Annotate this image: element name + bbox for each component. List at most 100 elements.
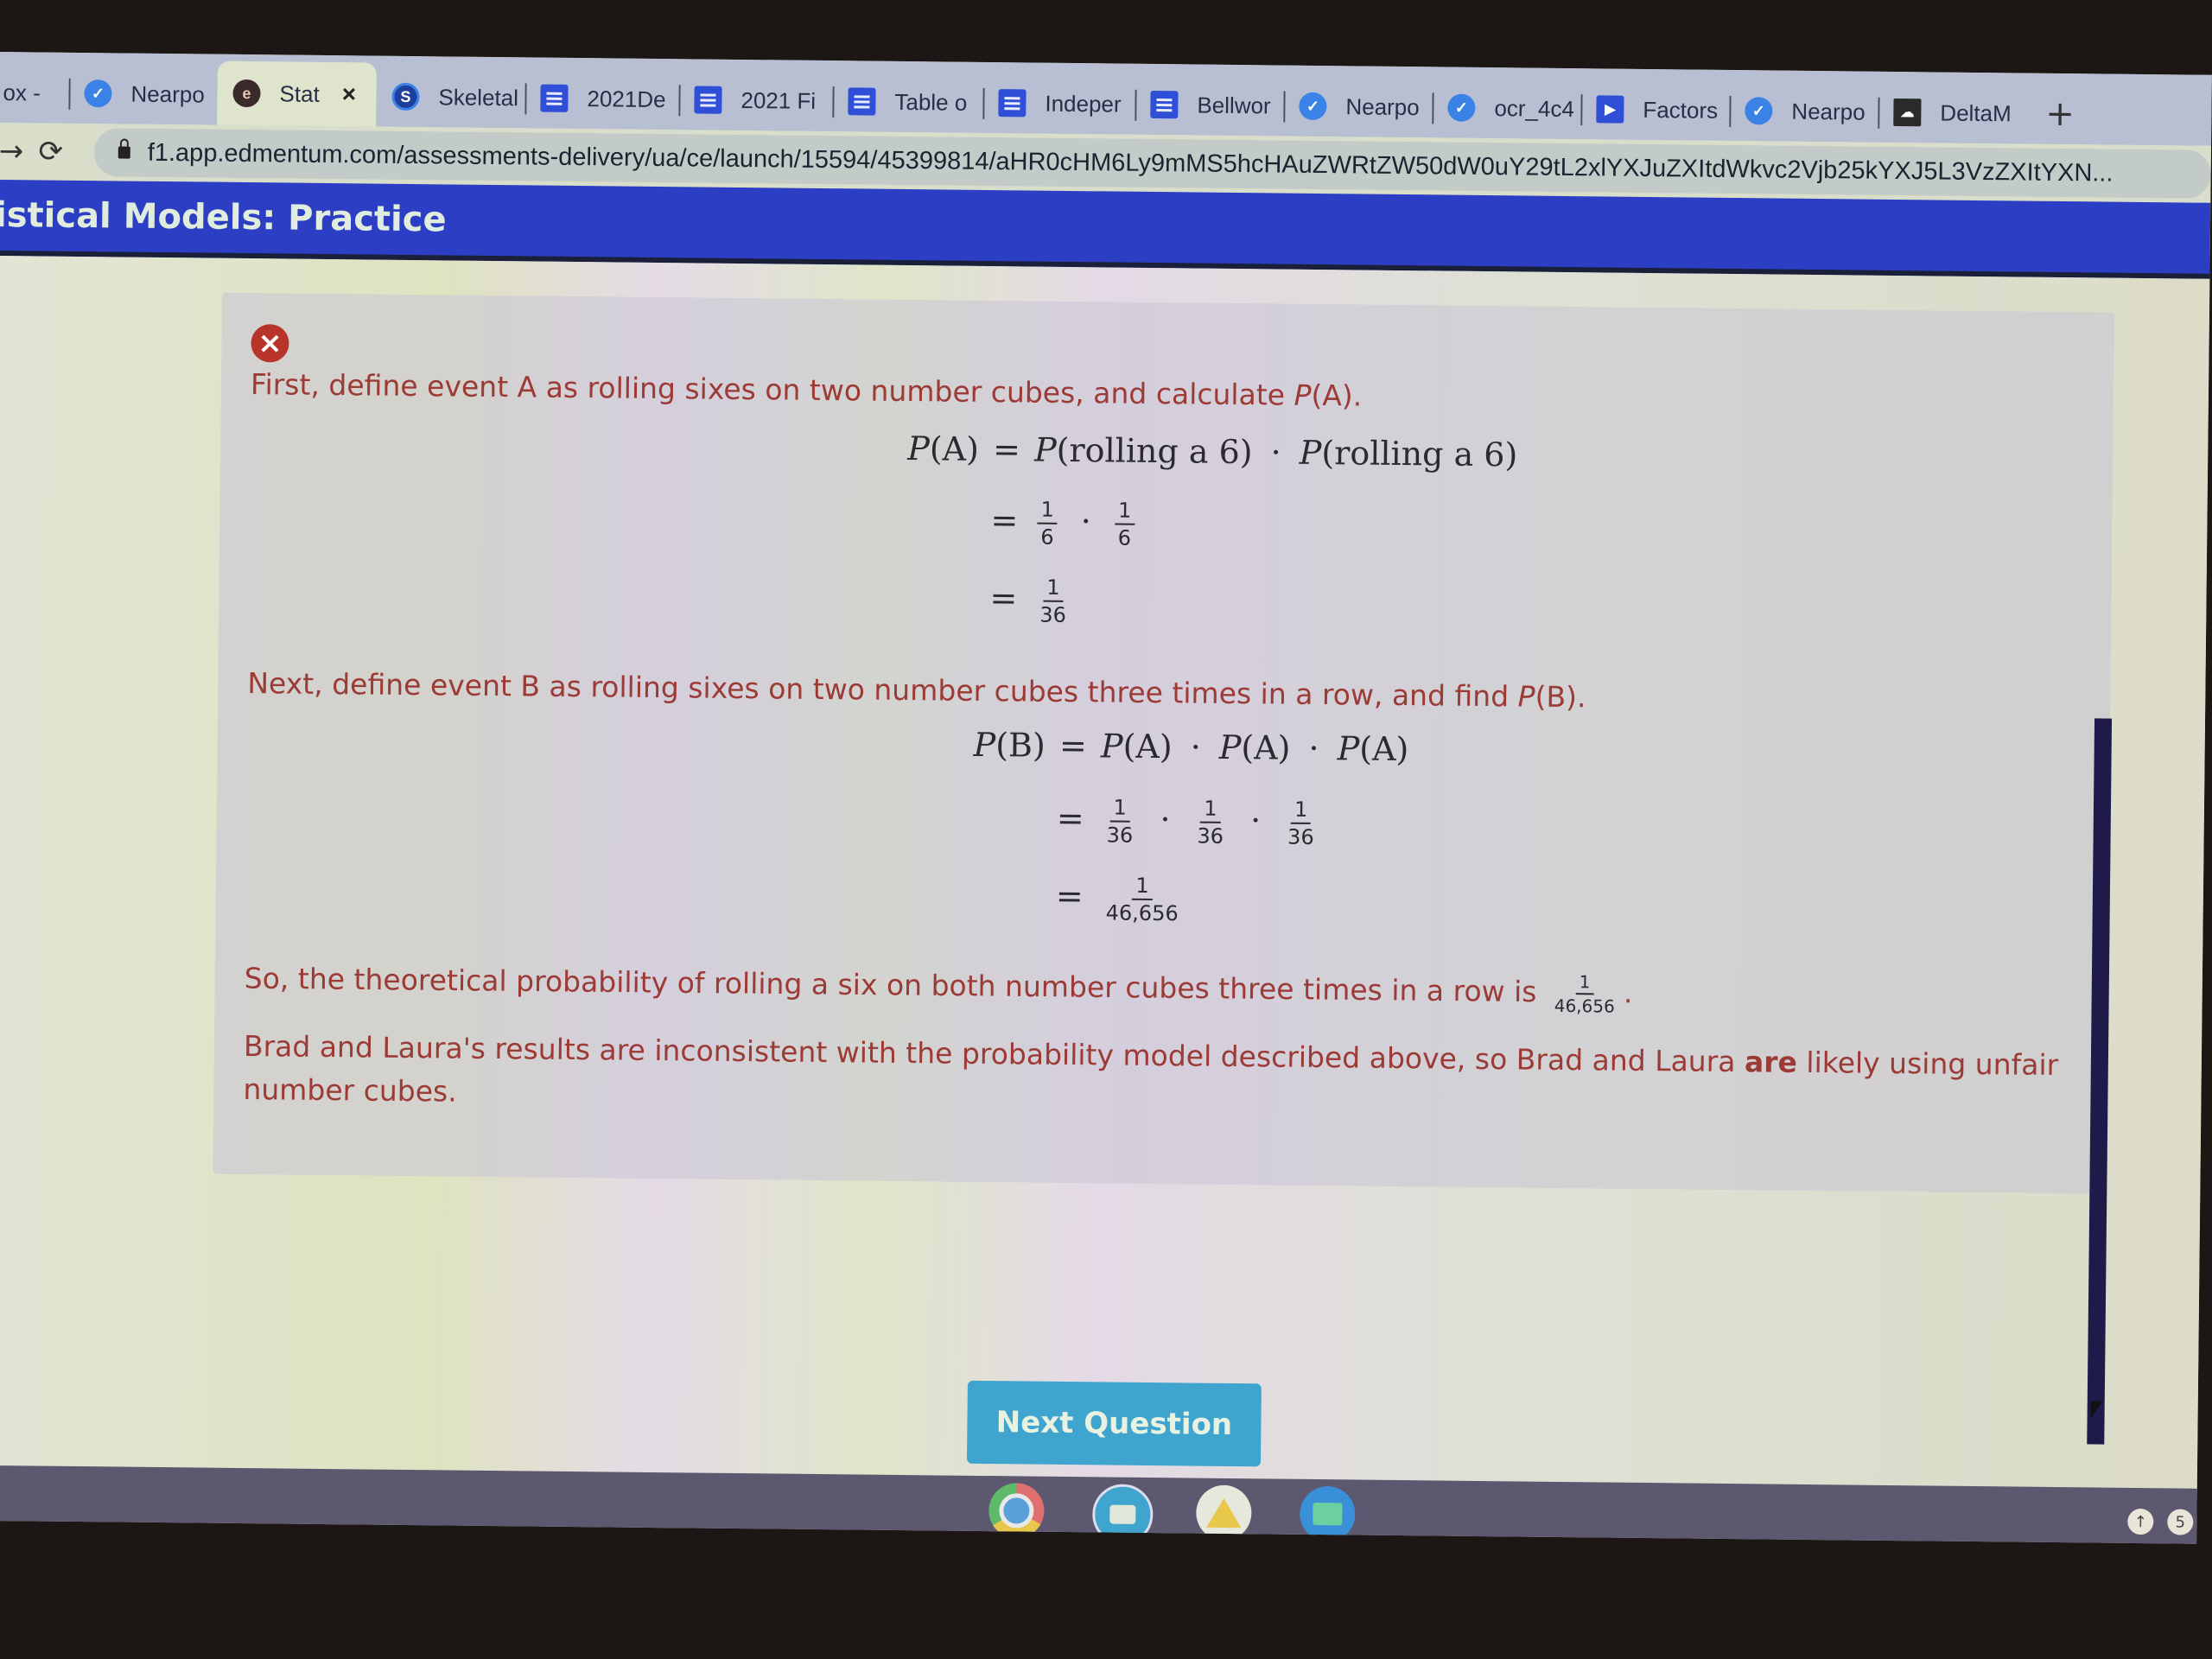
numerator: 1 (1109, 796, 1131, 823)
deltamath-icon: ☁ (1893, 98, 1922, 127)
text-segment: P (1517, 679, 1535, 714)
forward-icon[interactable]: → (0, 134, 24, 168)
chrome-icon[interactable] (988, 1483, 1045, 1539)
nearpod-icon: ✓ (1447, 93, 1476, 122)
close-tab-icon[interactable]: × (342, 80, 357, 108)
tab-label: Skeletal (438, 83, 519, 111)
dot-operator: · (1270, 433, 1281, 472)
docs-icon (694, 86, 722, 114)
meet-icon[interactable] (1091, 1484, 1154, 1544)
docs-icon (998, 89, 1027, 118)
lock-icon (118, 146, 130, 159)
dot-operator: · (1249, 801, 1262, 840)
tab-doc-indeper[interactable]: Indeper (982, 73, 1135, 135)
notification-count-badge[interactable]: 5 (2167, 1509, 2194, 1535)
text-segment: So, the theoretical probability of rolli… (244, 961, 1547, 1009)
tab-deltamath[interactable]: ☁ DeltaM (1878, 82, 2025, 144)
fraction: 1 46,656 (1551, 971, 1619, 1016)
tab-stat-active[interactable]: e Stat × (217, 60, 377, 127)
math-symbol: P (1218, 728, 1242, 767)
tab-skeletal[interactable]: S Skeletal (376, 67, 525, 129)
tab-ocr[interactable]: ✓ ocr_4c4 (1432, 77, 1581, 139)
math-symbol: (A) (929, 429, 980, 468)
dot-operator: · (1190, 728, 1202, 766)
equation-b-line-3: = 1 46,656 (1052, 874, 1187, 926)
tab-label: Factors (1643, 96, 1719, 124)
tab-doc-2021de[interactable]: 2021De (524, 67, 679, 130)
feedback-panel: × First, define event A as rolling sixes… (213, 292, 2114, 1194)
tab-doc-table[interactable]: Table o (832, 71, 983, 133)
nearpod-icon: ✓ (1745, 97, 1773, 125)
math-symbol: P (907, 429, 931, 468)
summary-text-line-2: number cubes. (243, 1072, 457, 1109)
tab-label: Stat (279, 79, 320, 107)
numerator: 1 (1575, 971, 1594, 995)
folder-glyph (1313, 1503, 1343, 1526)
tab-nearpod-3[interactable]: ✓ Nearpo (1729, 80, 1878, 143)
emphasis-text: are (1744, 1045, 1798, 1079)
equals-sign: = (1058, 726, 1088, 766)
text-segment: First, define event A as rolling sixes o… (250, 367, 1294, 412)
text-segment: (B). (1535, 679, 1586, 715)
tab-factors[interactable]: ▶ Factors (1580, 79, 1730, 141)
summary-text-line-1: Brad and Laura's results are inconsisten… (244, 1029, 2059, 1082)
chrome-center (999, 1493, 1034, 1529)
upload-icon[interactable]: ↑ (2127, 1508, 2154, 1535)
tab-doc-2021fi[interactable]: 2021 Fi (678, 69, 833, 131)
tab-label: Table o (894, 88, 968, 116)
numerator: 1 (1043, 575, 1064, 603)
tab-nearpod-1[interactable]: ✓ Nearpo (68, 63, 218, 125)
tab-nearpod-2[interactable]: ✓ Nearpo (1283, 76, 1433, 138)
denominator: 36 (1106, 823, 1134, 849)
math-text: (A) (1122, 727, 1173, 766)
equals-sign: = (1056, 798, 1084, 838)
equals-sign: = (1055, 876, 1084, 916)
nearpod-icon: ✓ (1299, 92, 1327, 121)
camera-glyph (1109, 1504, 1136, 1524)
docs-icon (540, 84, 569, 112)
next-question-button[interactable]: Next Question (966, 1380, 1262, 1467)
new-tab-button[interactable]: + (2024, 84, 2095, 145)
numerator: 1 (1037, 498, 1058, 525)
reload-icon[interactable]: ⟳ (16, 134, 86, 169)
math-symbol: P (1033, 430, 1057, 469)
docs-icon (1150, 90, 1179, 119)
screen: ox - ✓ Nearpo e Stat × S Skeletal 2021De… (0, 52, 2212, 1544)
equation-b-line-2: = 1 36 · 1 36 · 1 36 (1052, 796, 1323, 850)
equation-a-line-2: = 16 · 16 (987, 498, 1140, 550)
fraction: 1 46,656 (1103, 874, 1183, 926)
tab-label: ox - (3, 79, 41, 105)
denominator: 6 (1117, 525, 1132, 551)
content-area: × First, define event A as rolling sixes… (0, 255, 2210, 1489)
denominator: 46,656 (1105, 900, 1179, 926)
tab-label: Nearpo (1791, 98, 1866, 125)
text-segment: Next, define event B as rolling sixes on… (247, 666, 1518, 714)
math-text: (A) (1241, 728, 1291, 767)
numerator: 1 (1290, 798, 1312, 825)
tab-doc-bellwork[interactable]: Bellwor (1135, 74, 1284, 137)
numerator: 1 (1114, 499, 1135, 526)
dot-operator: · (1080, 502, 1092, 541)
equals-sign: = (990, 500, 1019, 540)
tab-label: DeltaM (1940, 99, 2012, 126)
text-segment: . (1623, 976, 1633, 1010)
dot-operator: · (1160, 799, 1171, 839)
fraction: 1 36 (1036, 575, 1070, 628)
math-text: (rolling a 6) (1056, 430, 1253, 472)
files-icon[interactable] (1300, 1485, 1356, 1542)
page-title: istical Models: Practice (0, 194, 447, 240)
tab-mail[interactable]: ox - (0, 62, 69, 124)
math-text: (rolling a 6) (1321, 434, 1518, 474)
tab-label: ocr_4c4 (1494, 94, 1575, 122)
text-segment: (A). (1311, 378, 1363, 413)
step-2-text: Next, define event B as rolling sixes on… (247, 666, 1586, 714)
fraction: 1 36 (1193, 797, 1227, 849)
equation-b-line-1: P(B) = P(A) · P(A) · P(A) (973, 726, 1408, 768)
numerator: 1 (1132, 874, 1153, 901)
drive-icon[interactable] (1196, 1484, 1252, 1541)
equation-a-line-1: P(A) = P(rolling a 6) · P(rolling a 6) (907, 429, 1518, 474)
tab-label: 2021 Fi (741, 86, 817, 114)
dot-operator: · (1308, 728, 1319, 768)
schoology-icon: S (391, 82, 420, 111)
conclusion-text: So, the theoretical probability of rolli… (244, 958, 1633, 1017)
